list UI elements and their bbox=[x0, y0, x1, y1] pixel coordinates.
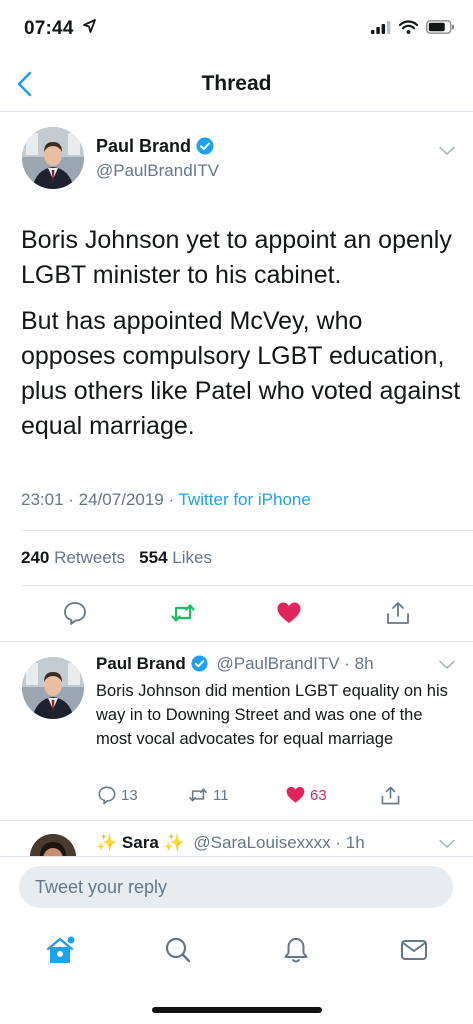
status-icons bbox=[371, 20, 455, 34]
chevron-down-icon[interactable] bbox=[439, 146, 455, 156]
author-name-text[interactable]: Paul Brand bbox=[96, 136, 191, 156]
retweets-count[interactable]: 240 bbox=[21, 548, 49, 567]
tweet-timestamp: 23:01 · 24/07/2019 · bbox=[21, 490, 179, 509]
tweet-paragraph: But has appointed McVey, who opposes com… bbox=[21, 307, 461, 440]
tweet-paragraph: Boris Johnson yet to appoint an openly L… bbox=[21, 226, 452, 289]
reply-text: Boris Johnson did mention LGBT equality … bbox=[96, 682, 448, 748]
reply-count: 13 bbox=[121, 786, 138, 804]
page-title: Thread bbox=[201, 72, 272, 95]
avatar[interactable] bbox=[22, 127, 84, 189]
reply-composer-input[interactable]: Tweet your reply bbox=[19, 866, 453, 908]
tweet-meta: 23:01 · 24/07/2019 · Twitter for iPhone bbox=[21, 490, 311, 510]
tweet-source-link[interactable]: Twitter for iPhone bbox=[179, 490, 311, 509]
author-name[interactable]: Paul Brand bbox=[96, 136, 214, 157]
next-tweet-header: ✨ Sara ✨ @SaraLouisexxxx · 1h bbox=[96, 833, 365, 853]
like-count: 63 bbox=[310, 786, 327, 804]
like-heart-icon[interactable] bbox=[285, 785, 306, 805]
verified-badge-icon bbox=[191, 655, 208, 672]
tweet-text: Boris Johnson yet to appoint an openly L… bbox=[21, 223, 461, 455]
retweets-label[interactable]: Retweets bbox=[54, 548, 125, 567]
reply-icon[interactable] bbox=[97, 785, 117, 805]
chevron-down-icon[interactable] bbox=[439, 839, 455, 849]
search-icon[interactable] bbox=[163, 935, 193, 965]
next-handle-time[interactable]: @SaraLouisexxxx · 1h bbox=[193, 833, 364, 852]
signal-icon bbox=[371, 20, 391, 34]
like-action[interactable]: 63 bbox=[285, 785, 327, 805]
divider bbox=[0, 641, 473, 642]
like-heart-icon[interactable] bbox=[276, 600, 302, 626]
reply-action[interactable]: 13 bbox=[97, 785, 138, 805]
wifi-icon bbox=[399, 20, 418, 34]
messages-envelope-icon[interactable] bbox=[399, 935, 429, 965]
likes-count[interactable]: 554 bbox=[139, 548, 167, 567]
nav-divider bbox=[0, 111, 473, 112]
chevron-down-icon[interactable] bbox=[439, 660, 455, 670]
notifications-bell-icon[interactable] bbox=[281, 935, 311, 965]
reply-author-name[interactable]: Paul Brand bbox=[96, 654, 186, 673]
likes-label[interactable]: Likes bbox=[172, 548, 212, 567]
sparkle-right: ✨ bbox=[163, 833, 185, 852]
next-author-name[interactable]: Sara bbox=[122, 833, 159, 852]
tweet-stats: 240 Retweets 554 Likes bbox=[21, 548, 212, 568]
home-indicator[interactable] bbox=[152, 1007, 322, 1013]
status-time: 07:44 bbox=[24, 18, 74, 39]
retweet-icon[interactable] bbox=[187, 785, 209, 805]
author-handle[interactable]: @PaulBrandITV bbox=[96, 161, 219, 181]
home-icon[interactable] bbox=[45, 935, 75, 965]
sparkle-left: ✨ bbox=[96, 833, 118, 852]
reply-icon[interactable] bbox=[62, 600, 88, 626]
divider bbox=[21, 530, 473, 531]
divider bbox=[0, 820, 473, 821]
divider bbox=[21, 585, 473, 586]
verified-badge-icon bbox=[196, 137, 214, 155]
retweet-icon[interactable] bbox=[170, 600, 196, 626]
reply-header: Paul Brand @PaulBrandITV · 8h bbox=[96, 654, 374, 674]
battery-icon bbox=[426, 20, 454, 34]
share-icon[interactable] bbox=[380, 785, 401, 806]
location-arrow-icon bbox=[83, 19, 96, 33]
reply-handle-time[interactable]: @PaulBrandITV · 8h bbox=[216, 654, 373, 673]
retweet-action[interactable]: 11 bbox=[187, 785, 229, 805]
retweet-count: 11 bbox=[213, 786, 229, 804]
share-icon[interactable] bbox=[385, 600, 411, 626]
avatar[interactable] bbox=[22, 657, 84, 719]
